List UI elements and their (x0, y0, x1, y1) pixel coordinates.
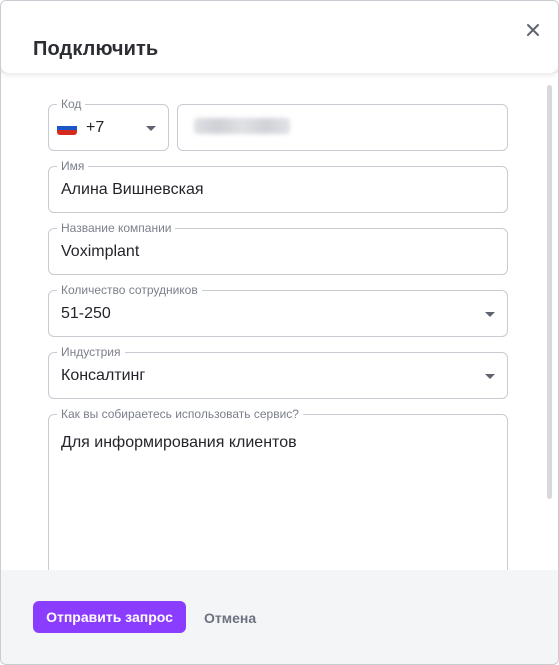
phone-value-obscured (194, 118, 290, 134)
name-field[interactable]: Имя Алина Вишневская (48, 159, 508, 213)
industry-label: Индустрия (57, 345, 125, 359)
industry-select[interactable]: Индустрия Консалтинг (48, 345, 508, 399)
employees-select[interactable]: Количество сотрудников 51-250 (48, 283, 508, 337)
dialog-footer: Отправить запрос Отмена (16, 585, 543, 649)
country-code-value: +7 (86, 119, 105, 136)
form-content: Код +7 Имя Алина Вишневская Название ком… (1, 73, 558, 570)
scrollbar-thumb[interactable] (547, 85, 552, 499)
chevron-down-icon (485, 312, 495, 317)
russia-flag-icon (57, 121, 77, 135)
country-code-select[interactable]: Код +7 (48, 97, 169, 151)
connect-dialog: Подключить Код +7 Имя Алина Вишневская Н… (0, 0, 559, 665)
industry-value: Консалтинг (61, 367, 146, 384)
company-label: Название компании (57, 221, 176, 235)
phone-input[interactable] (177, 104, 508, 151)
chevron-down-icon (485, 374, 495, 379)
usage-label: Как вы собираетесь использовать сервис? (57, 407, 303, 421)
name-label: Имя (57, 159, 89, 173)
name-value: Алина Вишневская (61, 181, 204, 198)
usage-value: Для информирования клиентов (61, 434, 297, 451)
company-value: Voximplant (61, 243, 140, 260)
employees-label: Количество сотрудников (57, 283, 202, 297)
cancel-button[interactable]: Отмена (204, 610, 256, 626)
submit-request-button[interactable]: Отправить запрос (33, 601, 186, 633)
company-field[interactable]: Название компании Voximplant (48, 221, 508, 275)
country-code-label: Код (57, 97, 86, 111)
employees-value: 51-250 (61, 305, 111, 322)
usage-textarea[interactable]: Как вы собираетесь использовать сервис? … (48, 407, 508, 570)
dialog-header: Подключить (1, 1, 558, 73)
chevron-down-icon (146, 126, 156, 131)
close-icon[interactable] (523, 20, 543, 40)
dialog-title: Подключить (33, 38, 159, 60)
